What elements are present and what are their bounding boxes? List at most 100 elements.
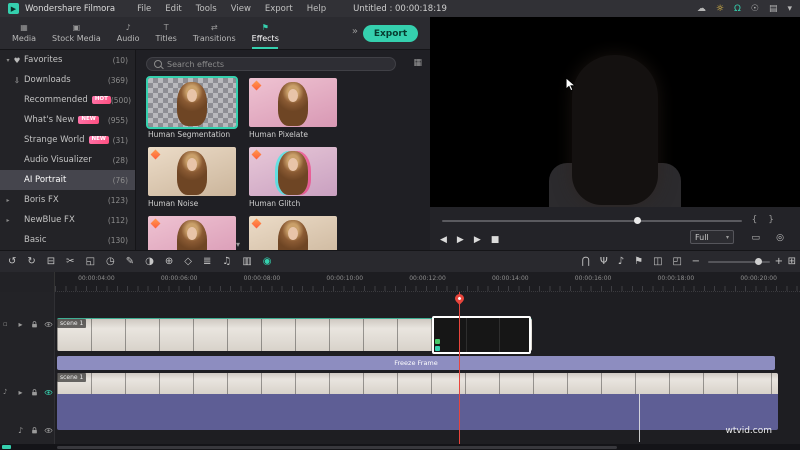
next-frame-button[interactable]: ▶ xyxy=(474,236,481,245)
timeline-zoom-slider[interactable] xyxy=(708,261,770,263)
effect-thumbnail[interactable] xyxy=(249,147,337,196)
effect-card[interactable] xyxy=(148,216,236,250)
undo-icon[interactable]: ↺ xyxy=(8,257,16,267)
preview-seekbar[interactable] xyxy=(442,220,742,222)
edit-pen-icon[interactable]: ✎ xyxy=(126,257,134,267)
sidebar-item[interactable]: ▸ NewBlue FX (112) xyxy=(0,210,135,230)
lock-icon[interactable] xyxy=(30,320,39,329)
video-clip-1[interactable]: scene 1 xyxy=(57,318,532,351)
sidebar-item[interactable]: AI Portrait (76) xyxy=(0,170,135,190)
microphone-icon[interactable]: Ψ xyxy=(600,257,608,267)
effect-thumbnail[interactable] xyxy=(249,216,337,250)
cloud-sync-icon[interactable]: ☁ xyxy=(697,4,706,14)
support-headset-icon[interactable]: Ω xyxy=(734,4,741,14)
preview-zoom-dropdown[interactable]: Full ▾ xyxy=(690,230,734,244)
chroma-key-icon[interactable]: ▥ xyxy=(242,257,251,267)
audio-note-icon[interactable]: ♪ xyxy=(618,257,624,267)
menu-item[interactable]: View xyxy=(231,4,251,14)
speed-icon[interactable]: ◷ xyxy=(106,257,115,267)
delete-icon[interactable]: ⊟ xyxy=(47,257,55,267)
zoom-out-icon[interactable]: − xyxy=(692,257,700,267)
effect-card[interactable]: Human Pixelate xyxy=(249,78,337,139)
account-icon[interactable]: ☉ xyxy=(751,4,759,14)
menu-item[interactable]: File xyxy=(137,4,151,14)
audio-mixer-icon[interactable]: ♫ xyxy=(222,257,231,267)
sidebar-item[interactable]: Recommended HOT (500) xyxy=(0,90,135,110)
fullscreen-icon[interactable]: ▭ xyxy=(751,233,760,243)
color-correction-icon[interactable]: ◑ xyxy=(145,257,154,267)
zoom-slider-knob[interactable] xyxy=(755,258,762,265)
ribbon-tab[interactable]: ▦ Media xyxy=(4,17,44,49)
sidebar-item[interactable]: Basic (130) xyxy=(0,230,135,250)
selected-clip-segment[interactable] xyxy=(432,316,531,354)
zoom-in-icon[interactable]: + xyxy=(775,257,783,267)
motion-track-icon[interactable]: ⊕ xyxy=(165,257,173,267)
keyframe-icon[interactable]: ◇ xyxy=(184,257,192,267)
crop-icon[interactable]: ◱ xyxy=(86,257,95,267)
category-count: (130) xyxy=(108,236,128,245)
grid-view-icon[interactable]: ▦ xyxy=(413,58,422,68)
effect-thumbnail[interactable] xyxy=(148,78,236,127)
effect-applied-badge xyxy=(435,339,440,344)
eye-icon[interactable] xyxy=(44,320,53,329)
video-clip-2[interactable]: scene 1 xyxy=(57,373,778,430)
ribbon-tab[interactable]: T Titles xyxy=(148,17,185,49)
collapse-chevron-icon[interactable]: ▾ xyxy=(787,4,792,14)
sidebar-item[interactable]: ▾ ♥ Favorites (10) xyxy=(0,50,135,70)
playhead[interactable] xyxy=(459,274,460,444)
sidebar-item[interactable]: ▸ Boris FX (123) xyxy=(0,190,135,210)
effect-thumbnail[interactable] xyxy=(249,78,337,127)
expand-icon[interactable]: ◰ xyxy=(673,257,682,267)
lock-icon[interactable] xyxy=(30,426,39,435)
redo-icon[interactable]: ↻ xyxy=(27,257,35,267)
effect-thumbnail[interactable] xyxy=(148,147,236,196)
marker-flag-icon[interactable]: ⚑ xyxy=(634,257,643,267)
eye-icon[interactable] xyxy=(44,426,53,435)
stop-button[interactable]: ■ xyxy=(491,236,500,245)
horizontal-scrollbar[interactable] xyxy=(57,446,617,449)
effect-thumbnail[interactable] xyxy=(148,216,236,250)
menu-item[interactable]: Export xyxy=(265,4,293,14)
menu-item[interactable]: Edit xyxy=(165,4,181,14)
ribbon-tab[interactable]: ♪ Audio xyxy=(109,17,148,49)
render-preview-icon[interactable]: ◉ xyxy=(263,257,272,267)
export-button[interactable]: Export xyxy=(363,25,418,42)
lock-icon[interactable] xyxy=(30,388,39,397)
effect-card[interactable] xyxy=(249,216,337,250)
sidebar-item[interactable]: ⇩ Downloads (369) xyxy=(0,70,135,90)
play-button[interactable]: ▶ xyxy=(457,236,464,245)
sidebar-item[interactable]: Strange World NEW (31) xyxy=(0,130,135,150)
fit-timeline-icon[interactable]: ⊞ xyxy=(788,257,796,267)
scroll-down-icon[interactable]: ▾ xyxy=(236,240,240,249)
split-view-icon[interactable]: ◫ xyxy=(653,257,662,267)
track1-strip-icon[interactable]: ▫ xyxy=(3,320,8,328)
snapshot-icon[interactable]: ◎ xyxy=(776,233,784,243)
effect-card[interactable]: Human Noise xyxy=(148,147,236,208)
subject-hair-silhouette xyxy=(572,55,658,205)
sidebar-item[interactable]: What's New NEW (955) xyxy=(0,110,135,130)
seekbar-knob[interactable] xyxy=(634,217,641,224)
effect-card[interactable]: Human Segmentation xyxy=(148,78,236,139)
track2-strip-icon[interactable]: ♪ xyxy=(3,388,7,396)
adjust-icon[interactable]: ≣ xyxy=(203,257,211,267)
ribbon-tab[interactable]: ⇄ Transitions xyxy=(185,17,244,49)
previous-frame-button[interactable]: ◀ xyxy=(440,236,447,245)
timeline-ruler[interactable]: 00:00:04:0000:00:06:0000:00:08:0000:00:1… xyxy=(55,272,800,292)
ribbon-tab[interactable]: ▣ Stock Media xyxy=(44,17,109,49)
whats-new-bulb-icon[interactable]: ☼ xyxy=(716,4,724,14)
plugin-shield-icon[interactable]: ⋂ xyxy=(582,257,590,267)
ruler-timecode: 00:00:10:00 xyxy=(303,275,386,282)
menu-item[interactable]: Help xyxy=(307,4,326,14)
effect-card[interactable]: Human Glitch xyxy=(249,147,337,208)
mark-in-out-icons[interactable]: { } xyxy=(752,215,778,225)
eye-icon[interactable] xyxy=(44,388,53,397)
freeze-frame-clip[interactable]: Freeze Frame xyxy=(57,356,775,370)
panel-collapse-icon[interactable]: » xyxy=(352,26,358,37)
split-scissors-icon[interactable]: ✂ xyxy=(66,257,74,267)
menu-item[interactable]: Tools xyxy=(196,4,217,14)
sidebar-item[interactable]: Audio Visualizer (28) xyxy=(0,150,135,170)
ribbon-tab[interactable]: ⚑ Effects xyxy=(244,17,287,49)
bottom-accent-button[interactable] xyxy=(2,445,11,449)
search-bar[interactable]: Search effects xyxy=(146,57,396,71)
workspace-layout-icon[interactable]: ▤ xyxy=(769,4,778,14)
